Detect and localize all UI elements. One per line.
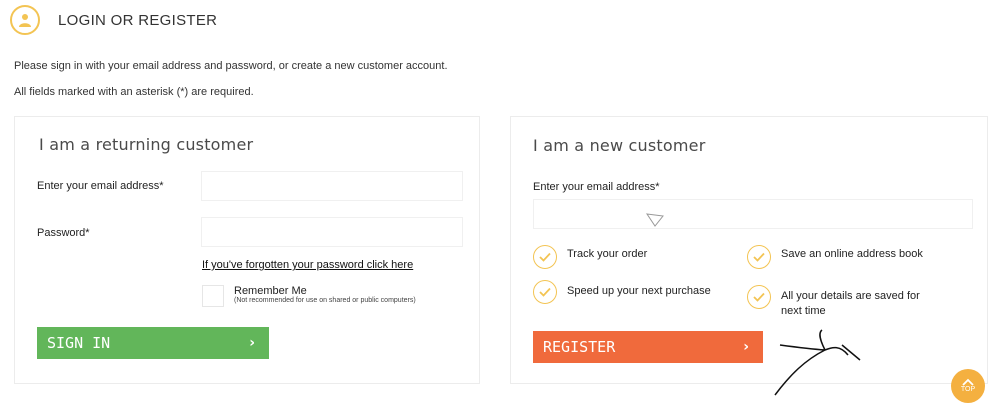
benefit-item: Track your order <box>533 245 733 269</box>
returning-customer-panel: I am a returning customer Enter your ema… <box>14 116 480 384</box>
pen-mark <box>645 213 664 227</box>
login-email-input[interactable] <box>201 171 463 201</box>
register-email-input[interactable] <box>533 199 973 229</box>
intro-text: Please sign in with your email address a… <box>14 60 448 72</box>
benefit-item: Speed up your next purchase <box>533 280 733 304</box>
page-title: LOGIN OR REGISTER <box>58 11 218 29</box>
checkmark-icon <box>533 245 557 269</box>
checkmark-icon <box>533 280 557 304</box>
forgot-password-link[interactable]: If you've forgotten your password click … <box>202 259 413 271</box>
returning-heading: I am a returning customer <box>39 135 254 154</box>
user-icon <box>10 5 40 35</box>
benefit-text: Track your order <box>567 248 648 260</box>
password-label: Password* <box>37 227 90 239</box>
sign-in-label: SIGN IN <box>47 334 111 352</box>
remember-me-checkbox[interactable] <box>202 285 224 307</box>
remember-me-note: (Not recommended for use on shared or pu… <box>234 297 416 304</box>
checkmark-icon <box>747 285 771 309</box>
required-note: All fields marked with an asterisk (*) a… <box>14 86 254 98</box>
benefit-item: All your details are saved for next time <box>747 285 947 319</box>
register-label: REGISTER <box>543 338 616 356</box>
register-button[interactable]: REGISTER › <box>533 331 763 363</box>
hand-drawn-arrow <box>774 329 861 396</box>
login-email-label: Enter your email address* <box>37 180 164 192</box>
chevron-up-icon <box>962 378 974 386</box>
sign-in-button[interactable]: SIGN IN › <box>37 327 269 359</box>
page-header: LOGIN OR REGISTER <box>10 4 217 36</box>
benefit-text: Speed up your next purchase <box>567 285 711 297</box>
register-email-label: Enter your email address* <box>533 181 660 193</box>
benefit-item: Save an online address book <box>747 245 977 269</box>
remember-me-label: Remember Me <box>234 285 307 297</box>
new-customer-panel: I am a new customer Enter your email add… <box>510 116 988 384</box>
benefit-text: Save an online address book <box>781 248 923 260</box>
scroll-top-button[interactable]: TOP <box>951 369 985 403</box>
chevron-right-icon: › <box>249 335 255 351</box>
benefit-text: All your details are saved for next time <box>781 290 920 317</box>
password-input[interactable] <box>201 217 463 247</box>
new-customer-heading: I am a new customer <box>533 136 706 155</box>
checkmark-icon <box>747 245 771 269</box>
scroll-top-label: TOP <box>960 386 976 393</box>
chevron-right-icon: › <box>743 339 749 355</box>
